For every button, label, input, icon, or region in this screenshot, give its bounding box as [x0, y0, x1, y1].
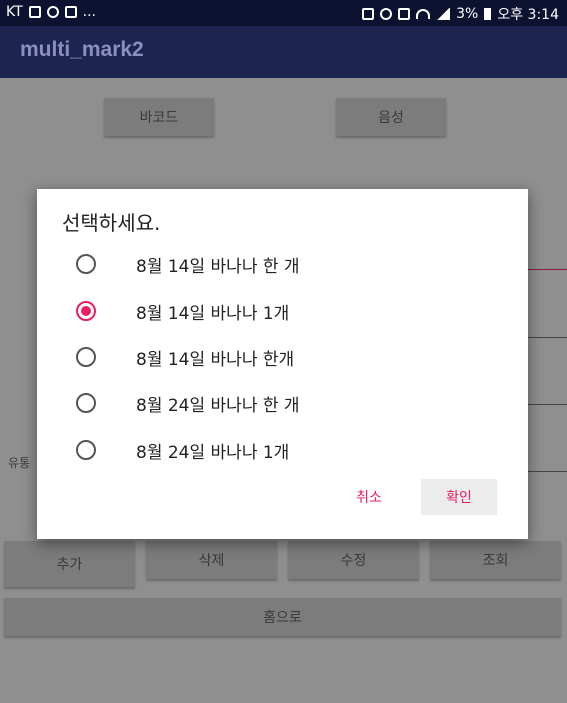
ok-button[interactable]: 확인: [421, 479, 497, 515]
option-item[interactable]: 8월 14일 바나나 한 개: [37, 241, 528, 287]
field-underline: [528, 471, 567, 472]
option-label: 8월 24일 바나나 1개: [136, 442, 290, 463]
search-button[interactable]: 조회: [430, 541, 561, 579]
select-dialog: 선택하세요. 8월 14일 바나나 한 개 8월 14일 바나나 1개 8월 1…: [37, 189, 528, 539]
option-label: 8월 24일 바나나 한 개: [136, 395, 300, 416]
option-item[interactable]: 8월 14일 바나나 1개: [37, 288, 528, 334]
dialog-title: 선택하세요.: [62, 211, 161, 235]
expiry-label: 유통: [8, 456, 31, 470]
option-label: 8월 14일 바나나 한개: [136, 349, 295, 370]
status-bar: KT ... 3% 오후 3:14: [0, 0, 567, 26]
signal-icon: [436, 8, 451, 20]
mute-icon: [362, 8, 375, 20]
option-item[interactable]: 8월 24일 바나나 한 개: [37, 380, 528, 426]
battery-icon: [484, 8, 492, 20]
option-label: 8월 14일 바나나 1개: [136, 303, 290, 324]
battery-percent: 3%: [456, 6, 479, 22]
status-right: 3% 오후 3:14: [362, 4, 559, 24]
radio-unchecked-icon[interactable]: [76, 347, 96, 367]
field-underline: [528, 404, 567, 405]
radio-unchecked-icon[interactable]: [76, 393, 96, 413]
barcode-button[interactable]: 바코드: [104, 98, 214, 136]
notification-icon: [64, 6, 77, 18]
lte-icon: [398, 8, 411, 20]
wifi-icon: [416, 9, 431, 19]
clock: 오후 3:14: [497, 7, 559, 23]
radio-unchecked-icon[interactable]: [76, 440, 96, 460]
at-icon: [46, 6, 59, 18]
image-icon: [28, 6, 41, 18]
more-notifications-text: ...: [82, 4, 97, 20]
carrier-label: KT: [6, 4, 23, 20]
option-item[interactable]: 8월 14일 바나나 한개: [37, 334, 528, 380]
radio-unchecked-icon[interactable]: [76, 254, 96, 274]
cancel-button[interactable]: 취소: [339, 479, 399, 515]
delete-button[interactable]: 삭제: [146, 541, 277, 579]
app-bar: multi_mark2: [0, 26, 567, 78]
status-left: KT ...: [6, 4, 96, 20]
home-button[interactable]: 홈으로: [4, 598, 561, 636]
alarm-icon: [380, 8, 393, 20]
radio-checked-icon[interactable]: [76, 301, 96, 321]
edit-button[interactable]: 수정: [288, 541, 419, 579]
add-button[interactable]: 추가: [4, 541, 135, 587]
voice-button[interactable]: 음성: [336, 98, 446, 136]
field-underline: [528, 337, 567, 338]
option-label: 8월 14일 바나나 한 개: [136, 256, 300, 277]
name-field-underline: [528, 269, 567, 270]
app-title: multi_mark2: [20, 38, 144, 61]
option-item[interactable]: 8월 24일 바나나 1개: [37, 427, 528, 473]
